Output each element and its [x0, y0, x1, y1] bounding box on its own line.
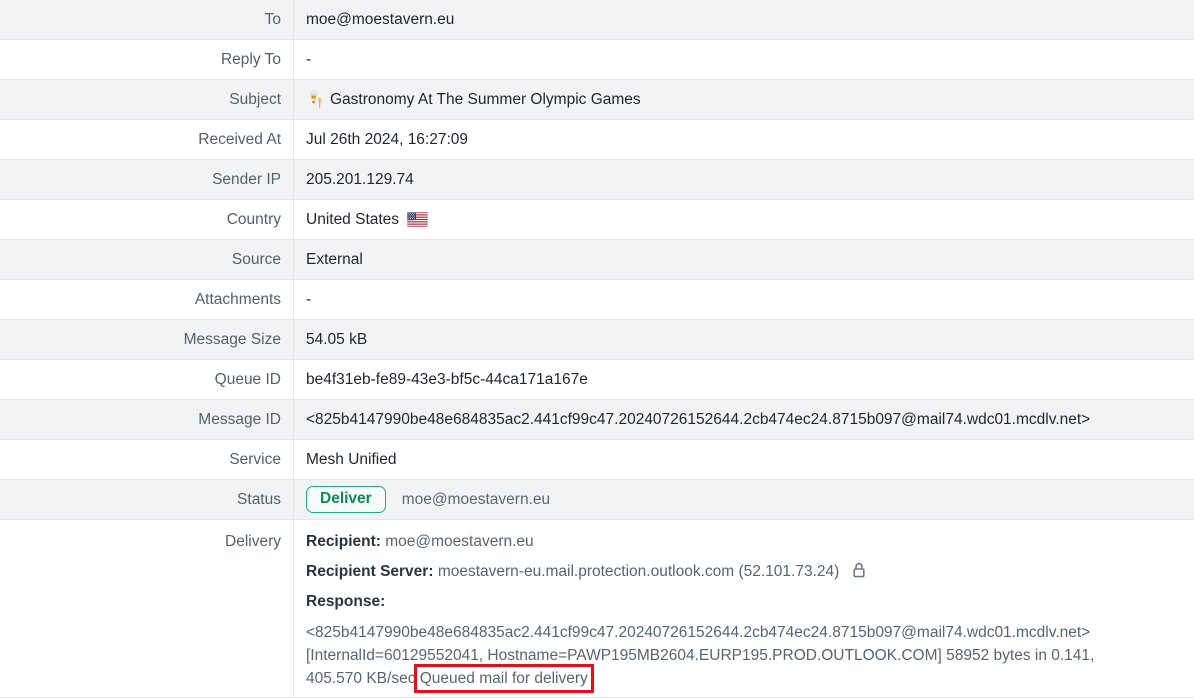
row-attachments: Attachments - [0, 280, 1194, 320]
row-message-id: Message ID <825b4147990be48e684835ac2.44… [0, 400, 1194, 440]
field-value-country: United States [294, 200, 1194, 239]
delivery-recipient-line: Recipient: moe@moestavern.eu [306, 531, 1194, 552]
field-label-message-id: Message ID [0, 400, 294, 439]
delivery-recipient-label: Recipient: [306, 533, 381, 550]
field-label-source: Source [0, 240, 294, 279]
queued-mail-highlight-annotation: Queued mail for delivery [420, 670, 588, 687]
row-service: Service Mesh Unified [0, 440, 1194, 480]
field-label-attachments: Attachments [0, 280, 294, 319]
email-details-table: To moe@moestavern.eu Reply To - Subject [0, 0, 1194, 698]
field-value-status: Deliver moe@moestavern.eu [294, 480, 1194, 519]
row-delivery: Delivery Recipient: moe@moestavern.eu Re… [0, 520, 1194, 698]
field-value-reply-to: - [294, 40, 1194, 79]
field-value-queue-id: be4f31eb-fe89-43e3-bf5c-44ca171a167e [294, 360, 1194, 399]
country-text: United States [306, 211, 399, 229]
row-status: Status Deliver moe@moestavern.eu [0, 480, 1194, 520]
row-country: Country United States [0, 200, 1194, 240]
response-hostname: [InternalId=60129552041, Hostname=PAWP19… [306, 647, 1094, 664]
delivery-recipient-server-label: Recipient Server: [306, 563, 434, 580]
row-message-size: Message Size 54.05 kB [0, 320, 1194, 360]
field-value-source: External [294, 240, 1194, 279]
us-flag-icon [407, 212, 428, 227]
subject-text: Gastronomy At The Summer Olympic Games [330, 91, 641, 109]
status-badge-deliver[interactable]: Deliver [306, 486, 386, 513]
response-speed: 405.570 KB/sec [306, 670, 420, 687]
field-label-sender-ip: Sender IP [0, 160, 294, 199]
field-label-service: Service [0, 440, 294, 479]
field-label-reply-to: Reply To [0, 40, 294, 79]
delivery-response-label: Response: [306, 593, 385, 610]
row-to: To moe@moestavern.eu [0, 0, 1194, 40]
field-value-attachments: - [294, 280, 1194, 319]
field-value-service: Mesh Unified [294, 440, 1194, 479]
field-value-received-at: Jul 26th 2024, 16:27:09 [294, 120, 1194, 159]
field-label-message-size: Message Size [0, 320, 294, 359]
field-value-message-id: <825b4147990be48e684835ac2.441cf99c47.20… [294, 400, 1194, 439]
field-label-delivery: Delivery [0, 520, 294, 697]
field-label-subject: Subject [0, 80, 294, 119]
row-sender-ip: Sender IP 205.201.129.74 [0, 160, 1194, 200]
row-queue-id: Queue ID be4f31eb-fe89-43e3-bf5c-44ca171… [0, 360, 1194, 400]
delivery-recipient-server-line: Recipient Server: moestavern-eu.mail.pro… [306, 561, 1194, 582]
response-message-id: <825b4147990be48e684835ac2.441cf99c47.20… [306, 624, 1090, 641]
field-label-received-at: Received At [0, 120, 294, 159]
delivery-response-text: <825b4147990be48e684835ac2.441cf99c47.20… [306, 621, 1194, 690]
field-value-to: moe@moestavern.eu [294, 0, 1194, 39]
row-reply-to: Reply To - [0, 40, 1194, 80]
row-source: Source External [0, 240, 1194, 280]
delivery-details: Recipient: moe@moestavern.eu Recipient S… [294, 520, 1194, 697]
row-subject: Subject Gastronomy At The Summer Olympic… [0, 80, 1194, 120]
delivery-recipient-server-value: moestavern-eu.mail.protection.outlook.co… [438, 563, 840, 580]
field-value-subject: Gastronomy At The Summer Olympic Games [294, 80, 1194, 119]
field-label-to: To [0, 0, 294, 39]
delivery-recipient-value: moe@moestavern.eu [385, 533, 533, 550]
field-label-country: Country [0, 200, 294, 239]
field-label-status: Status [0, 480, 294, 519]
chef-emoji-icon [306, 90, 323, 109]
row-received-at: Received At Jul 26th 2024, 16:27:09 [0, 120, 1194, 160]
field-value-message-size: 54.05 kB [294, 320, 1194, 359]
status-recipient-email: moe@moestavern.eu [402, 491, 550, 509]
delivery-response-line: Response: [306, 591, 1194, 612]
field-value-sender-ip: 205.201.129.74 [294, 160, 1194, 199]
lock-icon [852, 562, 866, 578]
field-label-queue-id: Queue ID [0, 360, 294, 399]
